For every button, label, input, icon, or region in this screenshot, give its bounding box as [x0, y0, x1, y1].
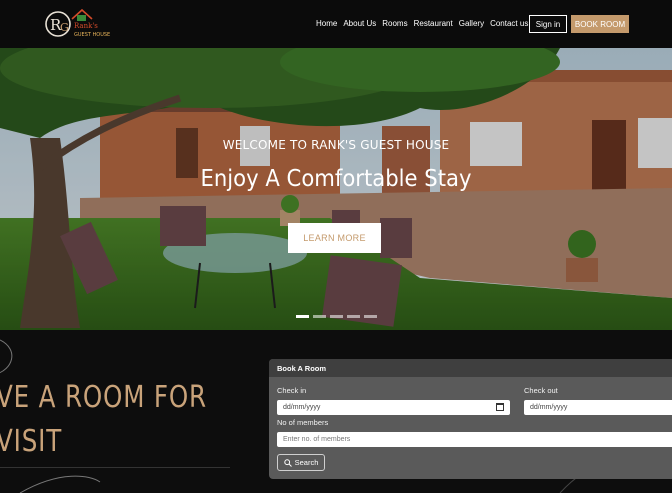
checkin-value: dd/mm/yyyy: [283, 404, 321, 411]
brand-logo[interactable]: R G Rank's GUEST HOUSE: [44, 6, 116, 42]
book-room-button[interactable]: BOOK ROOM: [571, 15, 629, 33]
checkin-label: Check in: [277, 386, 307, 395]
slide-dot[interactable]: [313, 315, 326, 318]
main-nav: Home About Us Rooms Restaurant Gallery C…: [316, 19, 528, 28]
search-icon: [283, 458, 292, 467]
nav-restaurant[interactable]: Restaurant: [414, 19, 453, 28]
signin-button[interactable]: Sign in: [529, 15, 567, 33]
top-header: R G Rank's GUEST HOUSE Home About Us Roo…: [0, 0, 672, 48]
checkout-date-input[interactable]: dd/mm/yyyy: [524, 400, 672, 415]
checkout-value: dd/mm/yyyy: [530, 404, 568, 411]
checkout-label: Check out: [524, 386, 558, 395]
slide-dot[interactable]: [330, 315, 343, 318]
slide-dot[interactable]: [364, 315, 377, 318]
slide-indicators: [296, 315, 377, 318]
hero-banner: WELCOME TO RANK'S GUEST HOUSE Enjoy A Co…: [0, 48, 672, 330]
nav-about-us[interactable]: About Us: [343, 19, 376, 28]
members-label: No of members: [277, 418, 329, 427]
learn-more-button[interactable]: LEARN MORE: [288, 223, 381, 253]
svg-text:G: G: [60, 21, 69, 34]
slide-dot[interactable]: [296, 315, 309, 318]
checkin-date-input[interactable]: dd/mm/yyyy: [277, 400, 510, 415]
search-button[interactable]: Search: [277, 454, 325, 471]
hero-welcome-text: WELCOME TO RANK'S GUEST HOUSE: [222, 138, 450, 152]
book-room-form: Book A Room Check in dd/mm/yyyy Check ou…: [269, 359, 672, 479]
nav-home[interactable]: Home: [316, 19, 337, 28]
calendar-icon[interactable]: [496, 403, 504, 411]
members-placeholder: Enter no. of members: [283, 436, 351, 443]
form-title: Book A Room: [269, 359, 672, 377]
hero-tagline: Enjoy A Comfortable Stay: [200, 166, 472, 192]
divider-line: [0, 467, 230, 468]
slide-dot[interactable]: [347, 315, 360, 318]
booking-section: VE A ROOM FOR VISIT Book A Room Check in…: [0, 330, 672, 493]
members-input[interactable]: Enter no. of members: [277, 432, 672, 447]
search-label: Search: [294, 458, 319, 467]
svg-text:GUEST HOUSE: GUEST HOUSE: [74, 32, 110, 38]
promo-line-2: VISIT: [0, 424, 63, 459]
nav-contact-us[interactable]: Contact us: [490, 19, 528, 28]
nav-rooms[interactable]: Rooms: [382, 19, 407, 28]
svg-text:Rank's: Rank's: [74, 22, 98, 30]
nav-gallery[interactable]: Gallery: [459, 19, 484, 28]
promo-line-1: VE A ROOM FOR: [0, 380, 207, 415]
